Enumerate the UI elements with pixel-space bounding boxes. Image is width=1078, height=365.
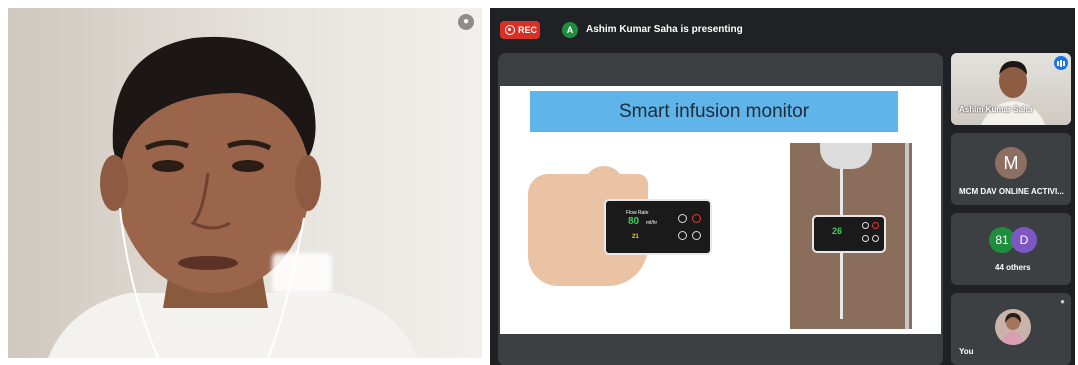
iv-pole [905, 143, 909, 329]
device-button-1 [678, 214, 687, 223]
rec-label: REC [518, 25, 538, 35]
meet-top-bar: REC A Ashim Kumar Saha is presenting [490, 8, 1075, 48]
slide-title: Smart infusion monitor [530, 91, 898, 132]
iv-bag [820, 143, 872, 169]
photo-button-3 [862, 235, 869, 242]
meet-main-area: REC A Ashim Kumar Saha is presenting Sma… [490, 8, 1075, 365]
others-d-avatar: D [1011, 227, 1037, 253]
participant-name: Ashim Kumar Saha [959, 105, 1033, 114]
participant-avatar: M [995, 147, 1027, 179]
you-photo [1001, 313, 1025, 345]
flow-rate-value: 80 [628, 216, 640, 227]
participant-tile-presenter[interactable]: Ashim Kumar Saha [951, 53, 1071, 125]
photo-button-4 [872, 235, 879, 242]
presentation-slide: Smart infusion monitor Flow Rate 80 ml/h… [500, 86, 941, 334]
speaking-icon [1054, 56, 1068, 70]
participant-tile-others[interactable]: 81 D 44 others [951, 213, 1071, 285]
participant-tile-you[interactable]: ● You [951, 293, 1071, 365]
presenting-status: Ashim Kumar Saha is presenting [586, 24, 743, 35]
iv-drip-photo: 26 [790, 143, 912, 329]
device-button-2 [692, 214, 701, 223]
presenter-avatar: A [562, 22, 578, 38]
you-avatar [995, 309, 1031, 345]
participant-tile-mcm[interactable]: M MCM DAV ONLINE ACTIVI... [951, 133, 1071, 205]
device-button-4 [692, 231, 701, 240]
others-label: 44 others [995, 263, 1031, 272]
camera-feed-tile: ● [8, 8, 482, 358]
speaker-video [48, 36, 418, 358]
presenter-thumbnail [981, 61, 1045, 125]
participant-name: MCM DAV ONLINE ACTIVI... [959, 187, 1064, 196]
photo-flow-value: 26 [832, 226, 843, 236]
smart-iv-device-handheld: Flow Rate 80 ml/hr 21 [604, 199, 712, 255]
mic-off-icon[interactable]: ● [458, 14, 474, 30]
photo-button-1 [862, 222, 869, 229]
participant-name: You [959, 347, 974, 356]
secondary-value: 21 [632, 234, 639, 240]
photo-button-2 [872, 222, 879, 229]
flow-rate-unit: ml/hr [646, 220, 658, 226]
device-button-3 [678, 231, 687, 240]
window-reflection [272, 253, 332, 293]
mic-muted-icon: ● [1060, 297, 1065, 306]
smart-iv-device-mounted: 26 [812, 215, 886, 253]
recording-badge: REC [500, 21, 540, 39]
record-icon [505, 25, 515, 35]
